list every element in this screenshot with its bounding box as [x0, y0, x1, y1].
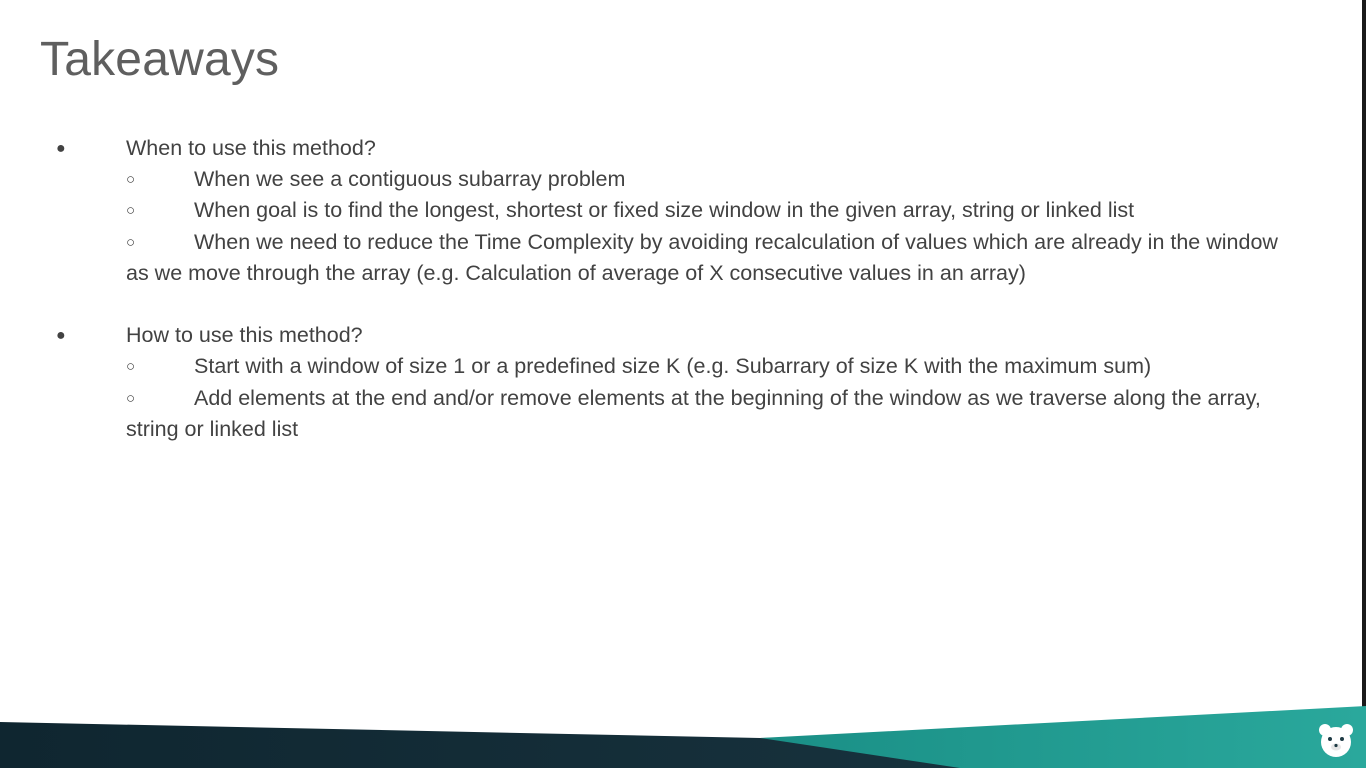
list-item: ○ Add elements at the end and/or remove …: [0, 383, 1300, 445]
section-heading-text: How to use this method?: [126, 323, 363, 348]
bullet-icon: ●: [56, 327, 66, 345]
list-item: ○ When we need to reduce the Time Comple…: [0, 227, 1300, 289]
sub-bullet-icon: ○: [126, 171, 136, 189]
window-right-edge: [1362, 0, 1366, 768]
list-item: ○ When we see a contiguous subarray prob…: [0, 164, 1300, 195]
sub-bullet-icon: ○: [126, 358, 136, 376]
slide-content: ● When to use this method? ○ When we see…: [0, 133, 1300, 445]
list-item: ○ Start with a window of size 1 or a pre…: [0, 351, 1300, 382]
sub-bullet-icon: ○: [126, 389, 136, 407]
sub-bullet-icon: ○: [126, 202, 136, 220]
bullet-icon: ●: [56, 140, 66, 157]
list-item: ○ When goal is to find the longest, shor…: [0, 195, 1300, 226]
list-item-text: When goal is to find the longest, shorte…: [194, 198, 1135, 223]
bear-logo-icon: [1316, 720, 1356, 760]
slide-title: Takeaways: [40, 33, 280, 86]
list-item-text: Start with a window of size 1 or a prede…: [194, 354, 1152, 379]
section-heading: ● How to use this method?: [0, 320, 1300, 351]
section-heading: ● When to use this method?: [0, 133, 1300, 164]
footer-decoration: [0, 704, 1366, 768]
list-item-text: Add elements at the end and/or remove el…: [126, 385, 1261, 441]
list-item-text: When we need to reduce the Time Complexi…: [126, 229, 1278, 285]
list-item-text: When we see a contiguous subarray proble…: [194, 167, 626, 192]
sub-bullet-icon: ○: [126, 233, 136, 251]
section-heading-text: When to use this method?: [126, 136, 376, 160]
